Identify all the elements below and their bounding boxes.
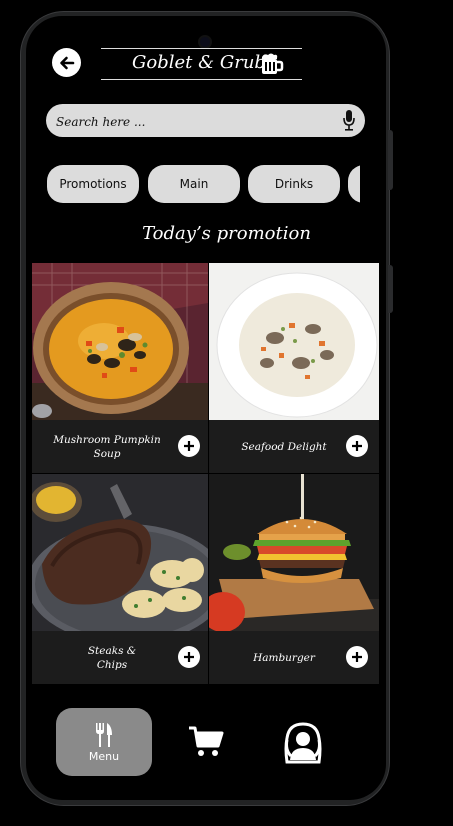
fork-knife-icon [96, 723, 112, 747]
menu-item-card[interactable]: Hamburger [209, 474, 379, 684]
menu-item-card[interactable]: Steaks & Chips [32, 474, 208, 684]
tab-more[interactable] [348, 165, 360, 203]
plus-icon [352, 441, 362, 451]
promotion-grid: Mushroom Pumpkin Soup Seafood Delight St… [32, 263, 379, 685]
menu-item-name: Hamburger [253, 651, 315, 664]
cart-icon[interactable] [188, 724, 224, 758]
tab-main[interactable]: Main [148, 165, 240, 203]
profile-icon[interactable] [283, 722, 323, 764]
search-bar [46, 104, 365, 139]
menu-item-caption: Mushroom Pumpkin Soup [32, 420, 208, 473]
menu-item-card[interactable]: Mushroom Pumpkin Soup [32, 263, 208, 473]
back-button[interactable] [52, 48, 81, 77]
tab-drinks[interactable]: Drinks [248, 165, 340, 203]
category-tabs: Promotions Main Drinks [47, 165, 360, 205]
nav-menu-button[interactable]: Menu [56, 708, 152, 776]
front-camera [200, 37, 210, 47]
clam-chowder-photo [209, 263, 379, 420]
add-to-cart-button[interactable] [178, 646, 200, 668]
brand-rule-top [101, 48, 302, 49]
volume-button [388, 265, 393, 313]
app-brand: Goblet & Grub [101, 48, 302, 80]
search-input[interactable] [54, 104, 328, 139]
pumpkin-soup-photo [32, 263, 208, 420]
arrow-left-icon [59, 56, 74, 69]
steak-potatoes-photo [32, 474, 208, 631]
nav-menu-label: Menu [88, 750, 120, 763]
power-button [388, 130, 393, 190]
add-to-cart-button[interactable] [346, 646, 368, 668]
menu-item-caption: Hamburger [209, 631, 379, 684]
menu-item-caption: Steaks & Chips [32, 631, 208, 684]
add-to-cart-button[interactable] [178, 435, 200, 457]
plus-icon [184, 441, 194, 451]
plus-icon [184, 652, 194, 662]
menu-item-name: Mushroom Pumpkin Soup [53, 433, 161, 460]
microphone-icon[interactable] [343, 110, 355, 131]
beer-mug-icon [262, 53, 284, 74]
app-title: Goblet & Grub [132, 52, 266, 73]
menu-item-name: Steaks & Chips [87, 644, 137, 671]
plus-icon [352, 652, 362, 662]
brand-rule-bottom [101, 79, 302, 80]
section-title: Today’s promotion [142, 223, 311, 244]
menu-item-caption: Seafood Delight [209, 420, 379, 473]
menu-item-name: Seafood Delight [241, 440, 327, 453]
tab-promotions[interactable]: Promotions [47, 165, 139, 203]
hamburger-photo [209, 474, 379, 631]
menu-item-card[interactable]: Seafood Delight [209, 263, 379, 473]
add-to-cart-button[interactable] [346, 435, 368, 457]
